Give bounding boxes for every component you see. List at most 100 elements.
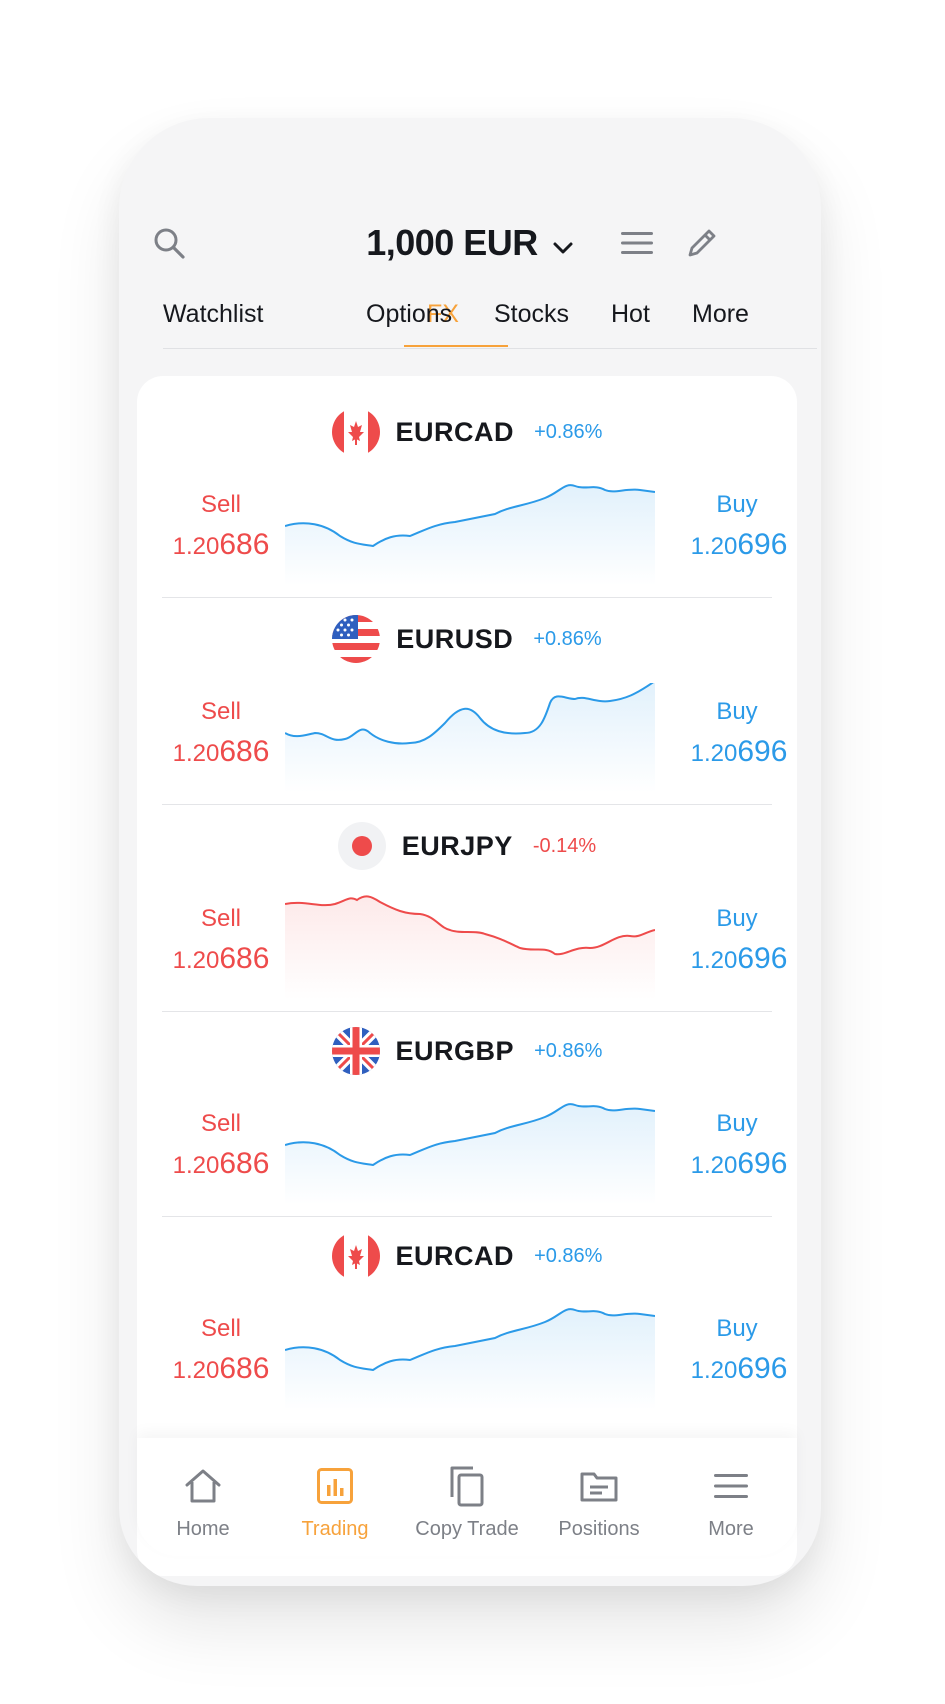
tab-more[interactable]: More [692,288,749,346]
nav-more[interactable]: More [665,1438,797,1556]
sell-price-pips: 686 [219,1147,270,1180]
folder-icon [580,1464,618,1508]
tab-stocks[interactable]: Stocks [494,288,569,346]
market-tabs: Watchlist FX Options Stocks Hot More [163,288,817,349]
usa-flag-icon [332,615,381,663]
pair-change: -0.14% [532,834,597,857]
tab-hot[interactable]: Hot [611,288,650,346]
tab-watchlist[interactable]: Watchlist [163,288,263,346]
instrument-row[interactable]: EURJPY -0.14% Sell 1.20686 Buy 1.20696 [137,790,797,1012]
sell-label[interactable]: Sell [161,905,281,933]
buy-price-pips: 696 [737,528,788,561]
instrument-row[interactable]: EURCAD +0.86% Sell 1.20686 Buy 1.20696 [137,1200,797,1422]
buy-label[interactable]: Buy [677,905,797,933]
instrument-header: EURJPY -0.14% [137,820,797,872]
sell-price[interactable]: 1.20686 [156,735,286,769]
copy-icon [449,1464,485,1508]
sell-label[interactable]: Sell [161,491,281,519]
nav-home[interactable]: Home [137,1438,269,1556]
buy-price-main: 1.20 [690,1152,738,1179]
buy-price-pips: 696 [737,735,788,768]
nav-label: Positions [558,1518,640,1540]
buy-price-main: 1.20 [690,1357,738,1384]
price-sparkline [285,484,655,586]
menu-icon[interactable] [617,213,657,273]
top-bar: 1,000 EUR [119,213,821,273]
buy-price[interactable]: 1.20696 [674,1147,797,1181]
pair-change: +0.86% [534,1039,603,1062]
pair-name: EURCAD [395,416,515,447]
home-icon [183,1464,223,1508]
pair-name: EURUSD [396,623,514,654]
buy-label[interactable]: Buy [677,491,797,519]
active-tab-indicator [404,345,508,347]
sell-price[interactable]: 1.20686 [156,1147,286,1181]
price-sparkline [285,895,655,1000]
buy-label[interactable]: Buy [677,1315,797,1343]
pair-name: EURJPY [401,830,513,861]
sell-price[interactable]: 1.20686 [156,528,286,562]
sell-price-main: 1.20 [172,1152,220,1179]
uk-flag-icon [331,1027,380,1075]
instrument-row[interactable]: EURUSD +0.86% Sell 1.20686 Buy 1.20696 [137,583,797,805]
buy-price-main: 1.20 [690,533,738,560]
buy-price-main: 1.20 [690,740,738,767]
sell-price-main: 1.20 [172,740,220,767]
instrument-header: EURCAD +0.86% [137,406,797,458]
sell-price-pips: 686 [219,528,270,561]
instrument-row[interactable]: EURGBP +0.86% Sell 1.20686 Buy 1.20696 [137,995,797,1217]
price-sparkline [285,683,655,793]
buy-price[interactable]: 1.20696 [674,1352,797,1386]
sell-label[interactable]: Sell [161,1110,281,1138]
pair-change: +0.86% [534,1244,603,1267]
nav-label: Home [176,1518,230,1540]
nav-positions[interactable]: Positions [533,1438,665,1556]
japan-flag-icon [337,822,386,870]
sell-price-main: 1.20 [172,1357,220,1384]
buy-price-pips: 696 [737,1147,788,1180]
canada-flag-icon [331,1232,380,1280]
instrument-header: EURGBP +0.86% [137,1025,797,1077]
buy-price-pips: 696 [737,1352,788,1385]
sell-price-pips: 686 [219,1352,270,1385]
phone-frame: 1,000 EUR Watchlist FX Options Stocks Ho… [119,118,821,1586]
buy-price[interactable]: 1.20696 [674,528,797,562]
nav-trading[interactable]: Trading [269,1438,401,1556]
bottom-nav: Home Trading Copy Trade Positions More [137,1438,797,1556]
price-sparkline [285,1103,655,1205]
sell-price-main: 1.20 [172,533,220,560]
sell-price-pips: 686 [219,942,270,975]
pair-change: +0.86% [533,627,602,650]
price-sparkline [285,1308,655,1410]
chevron-down-icon [552,222,574,264]
sell-label[interactable]: Sell [161,1315,281,1343]
sell-price[interactable]: 1.20686 [156,1352,286,1386]
sell-label[interactable]: Sell [161,698,281,726]
nav-copy-trade[interactable]: Copy Trade [401,1438,533,1556]
trading-chart-icon [317,1464,353,1508]
pair-name: EURGBP [395,1035,515,1066]
sell-price-pips: 686 [219,735,270,768]
buy-price[interactable]: 1.20696 [674,735,797,769]
buy-label[interactable]: Buy [677,1110,797,1138]
instrument-row[interactable]: EURCAD +0.86% Sell 1.20686 Buy 1.20696 [137,376,797,598]
tab-options[interactable]: Options [366,288,452,346]
pencil-icon[interactable] [682,213,722,273]
buy-price-pips: 696 [737,942,788,975]
pair-name: EURCAD [395,1240,515,1271]
balance-amount: 1,000 EUR [366,222,538,263]
buy-price-main: 1.20 [690,947,738,974]
nav-label: Trading [301,1518,369,1540]
pair-change: +0.86% [534,420,603,443]
nav-label: More [708,1518,754,1540]
buy-price[interactable]: 1.20696 [674,942,797,976]
instrument-header: EURUSD +0.86% [137,613,797,665]
buy-label[interactable]: Buy [677,698,797,726]
instrument-header: EURCAD +0.86% [137,1230,797,1282]
menu-icon [713,1464,749,1508]
nav-label: Copy Trade [415,1518,519,1540]
sell-price-main: 1.20 [172,947,220,974]
sell-price[interactable]: 1.20686 [156,942,286,976]
canada-flag-icon [331,408,380,456]
instrument-list: EURCAD +0.86% Sell 1.20686 Buy 1.20696 E… [137,376,797,1576]
